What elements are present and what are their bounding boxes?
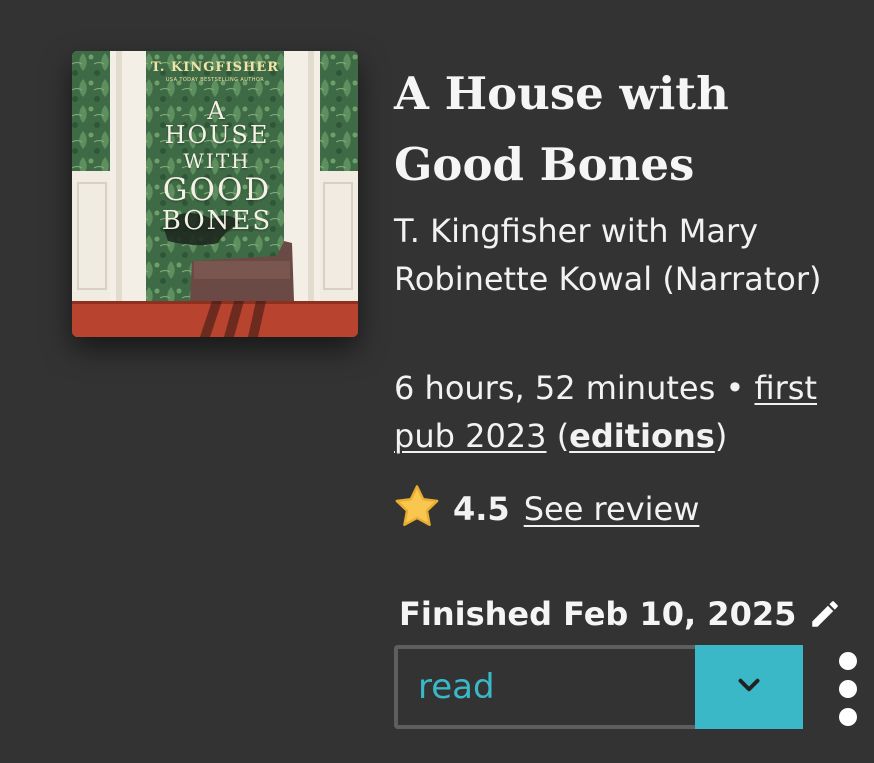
rating-value: 4.5 xyxy=(453,490,510,528)
cover-title-line: A HOUSE xyxy=(164,97,270,149)
chevron-down-icon xyxy=(732,668,766,706)
reading-status-value[interactable]: read xyxy=(394,645,695,729)
reading-status-select[interactable]: read xyxy=(394,645,803,729)
rating-row: 4.5 See review xyxy=(393,484,699,534)
editions-open-paren: ( xyxy=(546,417,570,455)
cover-title-line: WITH xyxy=(183,149,251,173)
book-contributors: T. Kingfisher with Mary Robinette Kowal … xyxy=(394,212,822,298)
pencil-icon[interactable] xyxy=(808,597,842,631)
more-vertical-icon xyxy=(839,680,857,698)
editions-close-paren: ) xyxy=(714,417,728,455)
cover-title: A HOUSE WITH GOOD BONES xyxy=(152,99,282,234)
cover-title-line: GOOD xyxy=(162,172,272,208)
see-review-link[interactable]: See review xyxy=(524,490,700,528)
more-vertical-icon xyxy=(839,652,857,670)
book-title: A House with Good Bones xyxy=(394,67,729,191)
editions-link[interactable]: editions xyxy=(569,417,715,455)
star-icon xyxy=(393,484,441,534)
finished-row: Finished Feb 10, 2025 xyxy=(399,590,842,638)
book-meta: 6 hours, 52 minutes • first pub 2023 (ed… xyxy=(394,364,854,460)
more-vertical-icon xyxy=(839,708,857,726)
cover-author: T. KINGFISHER xyxy=(150,60,280,75)
cover-title-line: BONES xyxy=(161,206,273,236)
cover-tagline: USA TODAY BESTSELLING AUTHOR xyxy=(165,77,265,83)
more-options-button[interactable] xyxy=(836,652,860,726)
status-dropdown-button[interactable] xyxy=(695,645,803,729)
finished-date: Finished Feb 10, 2025 xyxy=(399,595,797,633)
meta-separator: • xyxy=(715,369,755,407)
book-cover[interactable]: T. KINGFISHER USA TODAY BESTSELLING AUTH… xyxy=(72,51,358,337)
book-duration: 6 hours, 52 minutes xyxy=(394,369,716,407)
